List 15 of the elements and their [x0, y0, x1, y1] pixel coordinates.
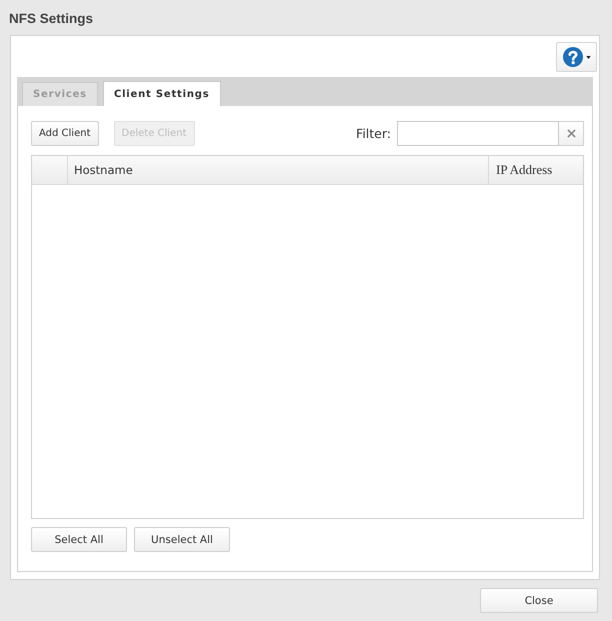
column-header[interactable]: IP Address: [489, 156, 583, 184]
column-header[interactable]: Hostname: [68, 156, 489, 184]
window-title: NFS Settings: [9, 10, 94, 28]
filter-field[interactable]: [397, 121, 559, 146]
unselect-all-button[interactable]: Unselect All: [134, 527, 230, 552]
clear-filter-button[interactable]: [559, 121, 584, 146]
tab[interactable]: Client Settings: [102, 81, 220, 106]
help-menu-button[interactable]: [556, 42, 597, 72]
add-client-button[interactable]: Add Client: [31, 121, 98, 146]
close-icon: [566, 129, 576, 138]
select-all-button[interactable]: Select All: [31, 527, 127, 552]
help-icon: [562, 47, 582, 67]
caret-icon: [586, 56, 590, 58]
close-button[interactable]: Close: [480, 588, 598, 613]
filter-label: Filter:: [356, 126, 391, 141]
